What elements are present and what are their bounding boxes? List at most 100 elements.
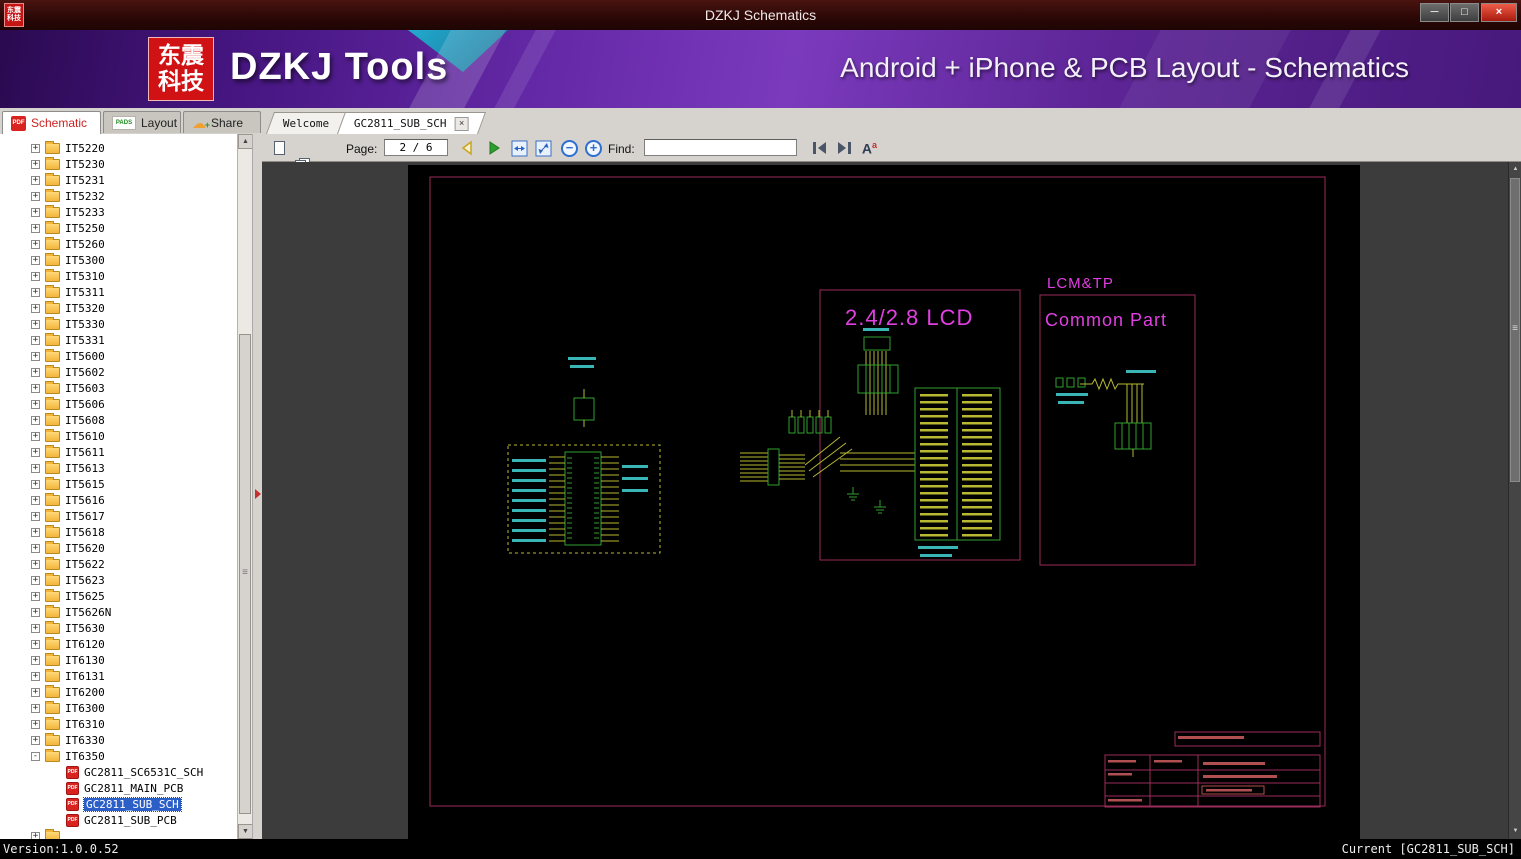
tree-folder-row[interactable]: + <box>0 828 237 839</box>
find-previous-button[interactable] <box>810 139 829 157</box>
viewer-scrollbar[interactable]: ▲ ≡ ▼ <box>1508 162 1521 839</box>
expand-toggle-icon[interactable]: + <box>31 319 40 329</box>
tree-folder-label[interactable]: IT5330 <box>65 318 105 331</box>
tree-folder-label[interactable]: IT6120 <box>65 638 105 651</box>
tree-folder-label[interactable]: IT5300 <box>65 254 105 267</box>
tree-folder-row[interactable]: + IT5250 <box>0 220 237 236</box>
expand-toggle-icon[interactable]: + <box>31 639 40 649</box>
tree-folder-row[interactable]: + IT6330 <box>0 732 237 748</box>
tree-folder-row[interactable]: + IT5602 <box>0 364 237 380</box>
tree-folder-label[interactable]: IT5220 <box>65 142 105 155</box>
schematic-viewer[interactable]: 2.4/2.8 LCD LCM&TP Common Part <box>262 162 1508 839</box>
tree-doc-label[interactable]: GC2811_SC6531C_SCH <box>84 766 203 779</box>
expand-toggle-icon[interactable]: + <box>31 463 40 473</box>
expand-toggle-icon[interactable]: + <box>31 287 40 297</box>
tree-folder-label[interactable]: IT5622 <box>65 558 105 571</box>
tree-folder-label[interactable]: IT6350 <box>65 750 105 763</box>
expand-toggle-icon[interactable]: + <box>31 255 40 265</box>
expand-toggle-icon[interactable]: + <box>31 527 40 537</box>
find-input[interactable] <box>644 139 797 156</box>
tree-folder-row[interactable]: + IT6200 <box>0 684 237 700</box>
tree-folder-row[interactable]: + IT6310 <box>0 716 237 732</box>
expand-toggle-icon[interactable]: + <box>31 623 40 633</box>
tree-folder-label[interactable]: IT5230 <box>65 158 105 171</box>
expand-toggle-icon[interactable]: + <box>31 143 40 153</box>
tree-folder-label[interactable]: IT5630 <box>65 622 105 635</box>
tree-folder-row[interactable]: + IT5330 <box>0 316 237 332</box>
minimize-button[interactable]: ─ <box>1420 3 1449 22</box>
expand-toggle-icon[interactable]: + <box>31 367 40 377</box>
expand-toggle-icon[interactable]: + <box>31 591 40 601</box>
expand-toggle-icon[interactable]: + <box>31 239 40 249</box>
tab-share[interactable]: ☁ + Share <box>183 111 261 133</box>
tree-folder-row[interactable]: + IT5331 <box>0 332 237 348</box>
tree-folder-label[interactable]: IT5331 <box>65 334 105 347</box>
expand-toggle-icon[interactable]: + <box>31 431 40 441</box>
expand-toggle-icon[interactable]: + <box>31 735 40 745</box>
tree-folder-row[interactable]: + IT5600 <box>0 348 237 364</box>
expand-toggle-icon[interactable]: + <box>31 399 40 409</box>
tree-folder-row[interactable]: + IT6131 <box>0 668 237 684</box>
tree-doc-row[interactable]: PDF GC2811_SC6531C_SCH <box>0 764 237 780</box>
tree-doc-row[interactable]: PDF GC2811_MAIN_PCB <box>0 780 237 796</box>
find-next-button[interactable] <box>834 139 853 157</box>
expand-toggle-icon[interactable]: + <box>31 303 40 313</box>
expand-toggle-icon[interactable]: + <box>31 479 40 489</box>
tree-folder-row[interactable]: + IT6120 <box>0 636 237 652</box>
scroll-down-icon[interactable]: ▼ <box>1509 825 1521 838</box>
tree-folder-row[interactable]: + IT5610 <box>0 428 237 444</box>
tree-folder-row[interactable]: + IT5233 <box>0 204 237 220</box>
scroll-down-icon[interactable]: ▼ <box>238 824 253 839</box>
tree-folder-row[interactable]: + IT5230 <box>0 156 237 172</box>
tree-folder-label[interactable]: IT5260 <box>65 238 105 251</box>
tree-folder-row[interactable]: + IT6300 <box>0 700 237 716</box>
tree-folder-row[interactable]: + IT5617 <box>0 508 237 524</box>
tree-folder-label[interactable]: IT5608 <box>65 414 105 427</box>
next-page-button[interactable] <box>484 139 503 157</box>
tab-welcome[interactable]: Welcome <box>265 112 347 134</box>
tree-folder-label[interactable]: IT5613 <box>65 462 105 475</box>
expand-toggle-icon[interactable]: + <box>31 207 40 217</box>
scrollbar-thumb[interactable]: ≡ <box>1510 178 1520 482</box>
tree-folder-label[interactable]: IT5617 <box>65 510 105 523</box>
tree-folder-row[interactable]: + IT5622 <box>0 556 237 572</box>
expand-toggle-icon[interactable]: + <box>31 447 40 457</box>
tree-folder-row[interactable]: + IT5620 <box>0 540 237 556</box>
expand-toggle-icon[interactable]: + <box>31 575 40 585</box>
tree-folder-label[interactable]: IT5603 <box>65 382 105 395</box>
expand-toggle-icon[interactable]: + <box>31 223 40 233</box>
expand-toggle-icon[interactable]: + <box>31 687 40 697</box>
tree-folder-label[interactable]: IT5311 <box>65 286 105 299</box>
expand-toggle-icon[interactable]: + <box>31 607 40 617</box>
expand-toggle-icon[interactable]: + <box>31 495 40 505</box>
tree-doc-label[interactable]: GC2811_SUB_PCB <box>84 814 177 827</box>
expand-toggle-icon[interactable]: + <box>31 831 40 839</box>
expand-toggle-icon[interactable]: - <box>31 751 40 761</box>
tree-folder-label[interactable]: IT5602 <box>65 366 105 379</box>
tree-folder-label[interactable]: IT6200 <box>65 686 105 699</box>
tree-folder-label[interactable]: IT5233 <box>65 206 105 219</box>
close-button[interactable]: × <box>1481 3 1517 22</box>
tree-folder-label[interactable]: IT5616 <box>65 494 105 507</box>
expand-toggle-icon[interactable]: + <box>31 351 40 361</box>
tree-folder-row[interactable]: + IT5603 <box>0 380 237 396</box>
expand-toggle-icon[interactable]: + <box>31 511 40 521</box>
document-page[interactable]: 2.4/2.8 LCD LCM&TP Common Part <box>408 165 1360 839</box>
expand-toggle-icon[interactable]: + <box>31 335 40 345</box>
tree-folder-row[interactable]: + IT5231 <box>0 172 237 188</box>
tree-folder-row[interactable]: + IT5630 <box>0 620 237 636</box>
tree-folder-row[interactable]: + IT5626N <box>0 604 237 620</box>
tree-folder-row[interactable]: + IT5310 <box>0 268 237 284</box>
tree-folder-label[interactable]: IT5620 <box>65 542 105 555</box>
tree-folder-row[interactable]: + IT5616 <box>0 492 237 508</box>
tree-folder-label[interactable]: IT6131 <box>65 670 105 683</box>
tree-folder-row[interactable]: + IT5618 <box>0 524 237 540</box>
tree-folder-row[interactable]: + IT5320 <box>0 300 237 316</box>
scroll-up-icon[interactable]: ▲ <box>1509 163 1521 176</box>
panel-splitter[interactable] <box>252 134 262 839</box>
tree-folder-row[interactable]: + IT5606 <box>0 396 237 412</box>
tree-folder-row[interactable]: + IT5220 <box>0 140 237 156</box>
tree-folder-label[interactable]: IT5600 <box>65 350 105 363</box>
tree-folder-row[interactable]: + IT5615 <box>0 476 237 492</box>
tree-doc-row[interactable]: PDF GC2811_SUB_PCB <box>0 812 237 828</box>
